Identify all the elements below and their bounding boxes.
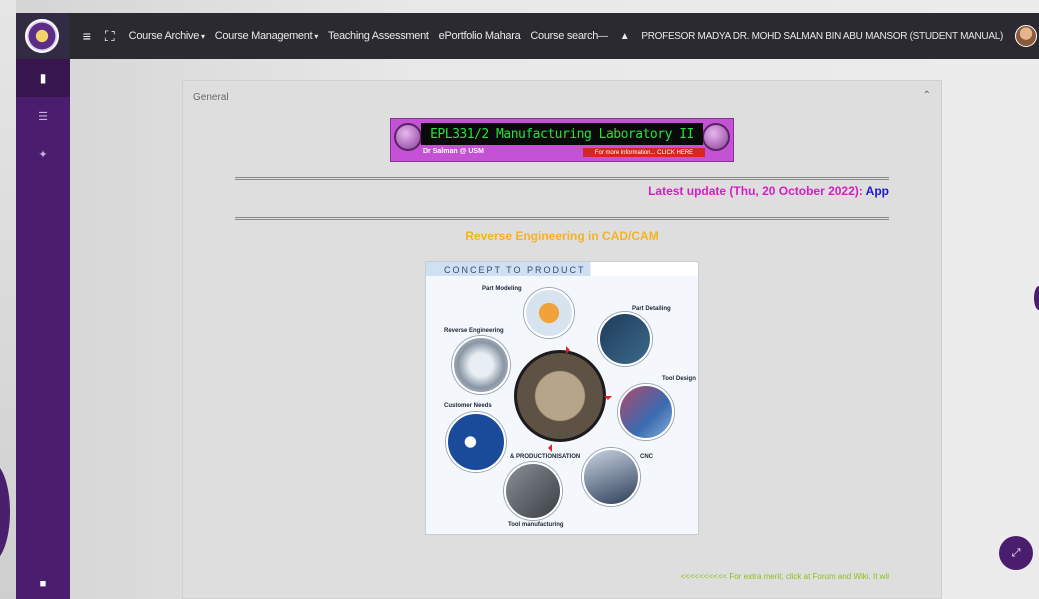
disc-icon [702, 123, 730, 151]
hamburger-icon[interactable]: ≡ [83, 28, 91, 44]
course-section-general: General ⌃ EPL331/2 Manufacturing Laborat… [182, 80, 942, 599]
latest-update-text: App [865, 184, 889, 198]
label-cnc: CNC [640, 454, 653, 460]
link-icon[interactable]: ✦ [16, 135, 70, 173]
user-name[interactable]: PROFESOR MADYA DR. MOHD SALMAN BIN ABU M… [641, 31, 1003, 42]
main-nav: Course Archive Course Management Teachin… [129, 30, 599, 42]
divider [235, 217, 889, 220]
cnc-image [582, 448, 640, 506]
course-banner[interactable]: EPL331/2 Manufacturing Laboratory II Dr … [390, 118, 734, 162]
nav-teaching-assessment[interactable]: Teaching Assessment [328, 30, 429, 42]
reverse-engineering-image [452, 336, 510, 394]
chevron-up-icon[interactable]: ⌃ [923, 90, 931, 101]
nav-eportfolio-mahara[interactable]: ePortfolio Mahara [439, 30, 521, 42]
left-sidebar: ▮ ☰ ✦ ■ [16, 59, 70, 599]
cycle-arrow-icon [566, 346, 574, 354]
divider [235, 177, 889, 180]
bell-icon[interactable]: ▲ [620, 31, 630, 42]
nav-course-management[interactable]: Course Management [215, 30, 318, 42]
disc-icon [394, 123, 422, 151]
section-title[interactable]: General [193, 92, 229, 103]
tool-design-image [618, 384, 674, 440]
label-customer-needs: Customer Needs [444, 403, 492, 409]
site-logo[interactable] [16, 13, 69, 59]
label-tool-manufacturing: Tool manufacturing [508, 522, 564, 528]
label-part-modeling: Part Modeling [482, 286, 522, 292]
top-navbar: ≡ ⛶ Course Archive Course Management Tea… [16, 13, 1039, 59]
expand-icon[interactable]: ⛶ [105, 28, 115, 45]
tool-manufacturing-image [504, 462, 562, 520]
concept-to-product-diagram: CONCEPT TO PRODUCT Part Modeling Part De… [425, 261, 699, 535]
expand-drawer-button[interactable]: ⤢ [999, 536, 1033, 570]
university-seal-icon [25, 19, 60, 53]
cycle-arrow-icon [544, 444, 552, 452]
right-edge-drawer-handle[interactable] [1034, 286, 1039, 310]
label-productionisation: & PRODUCTIONISATION [510, 454, 581, 460]
extra-merit-note: <<<<<<<<<< For extra merit, click at For… [680, 572, 889, 581]
banner-more-link[interactable]: For more information... CLICK HERE [583, 148, 705, 157]
part-modeling-image [524, 288, 574, 338]
nav-course-search[interactable]: Course search [530, 30, 598, 42]
manufacturing-hub-image [514, 350, 606, 442]
banner-course-title: EPL331/2 Manufacturing Laboratory II [421, 123, 703, 145]
label-tool-design: Tool Design [662, 376, 696, 382]
avatar[interactable] [1015, 25, 1037, 47]
minus-icon[interactable]: — [598, 31, 608, 42]
customer-needs-image [446, 412, 506, 472]
cycle-arrow-icon [604, 396, 612, 404]
latest-update-marquee: Latest update (Thu, 20 October 2022): Ap… [469, 184, 889, 198]
section-heading: Reverse Engineering in CAD/CAM [465, 229, 659, 243]
banner-credit: Dr Salman @ USM [423, 148, 484, 155]
user-area: — ▲ PROFESOR MADYA DR. MOHD SALMAN BIN A… [598, 25, 1039, 47]
label-reverse-engineering: Reverse Engineering [444, 328, 504, 334]
list-icon[interactable]: ☰ [16, 97, 70, 135]
nav-course-archive[interactable]: Course Archive [129, 30, 205, 42]
part-detailing-image [598, 312, 652, 366]
book-icon[interactable]: ▮ [16, 59, 70, 97]
latest-update-label: Latest update (Thu, 20 October 2022): [648, 184, 866, 198]
square-icon[interactable]: ■ [16, 571, 70, 597]
diagram-title: CONCEPT TO PRODUCT [444, 265, 586, 275]
label-part-detailing: Part Detailing [632, 306, 671, 312]
